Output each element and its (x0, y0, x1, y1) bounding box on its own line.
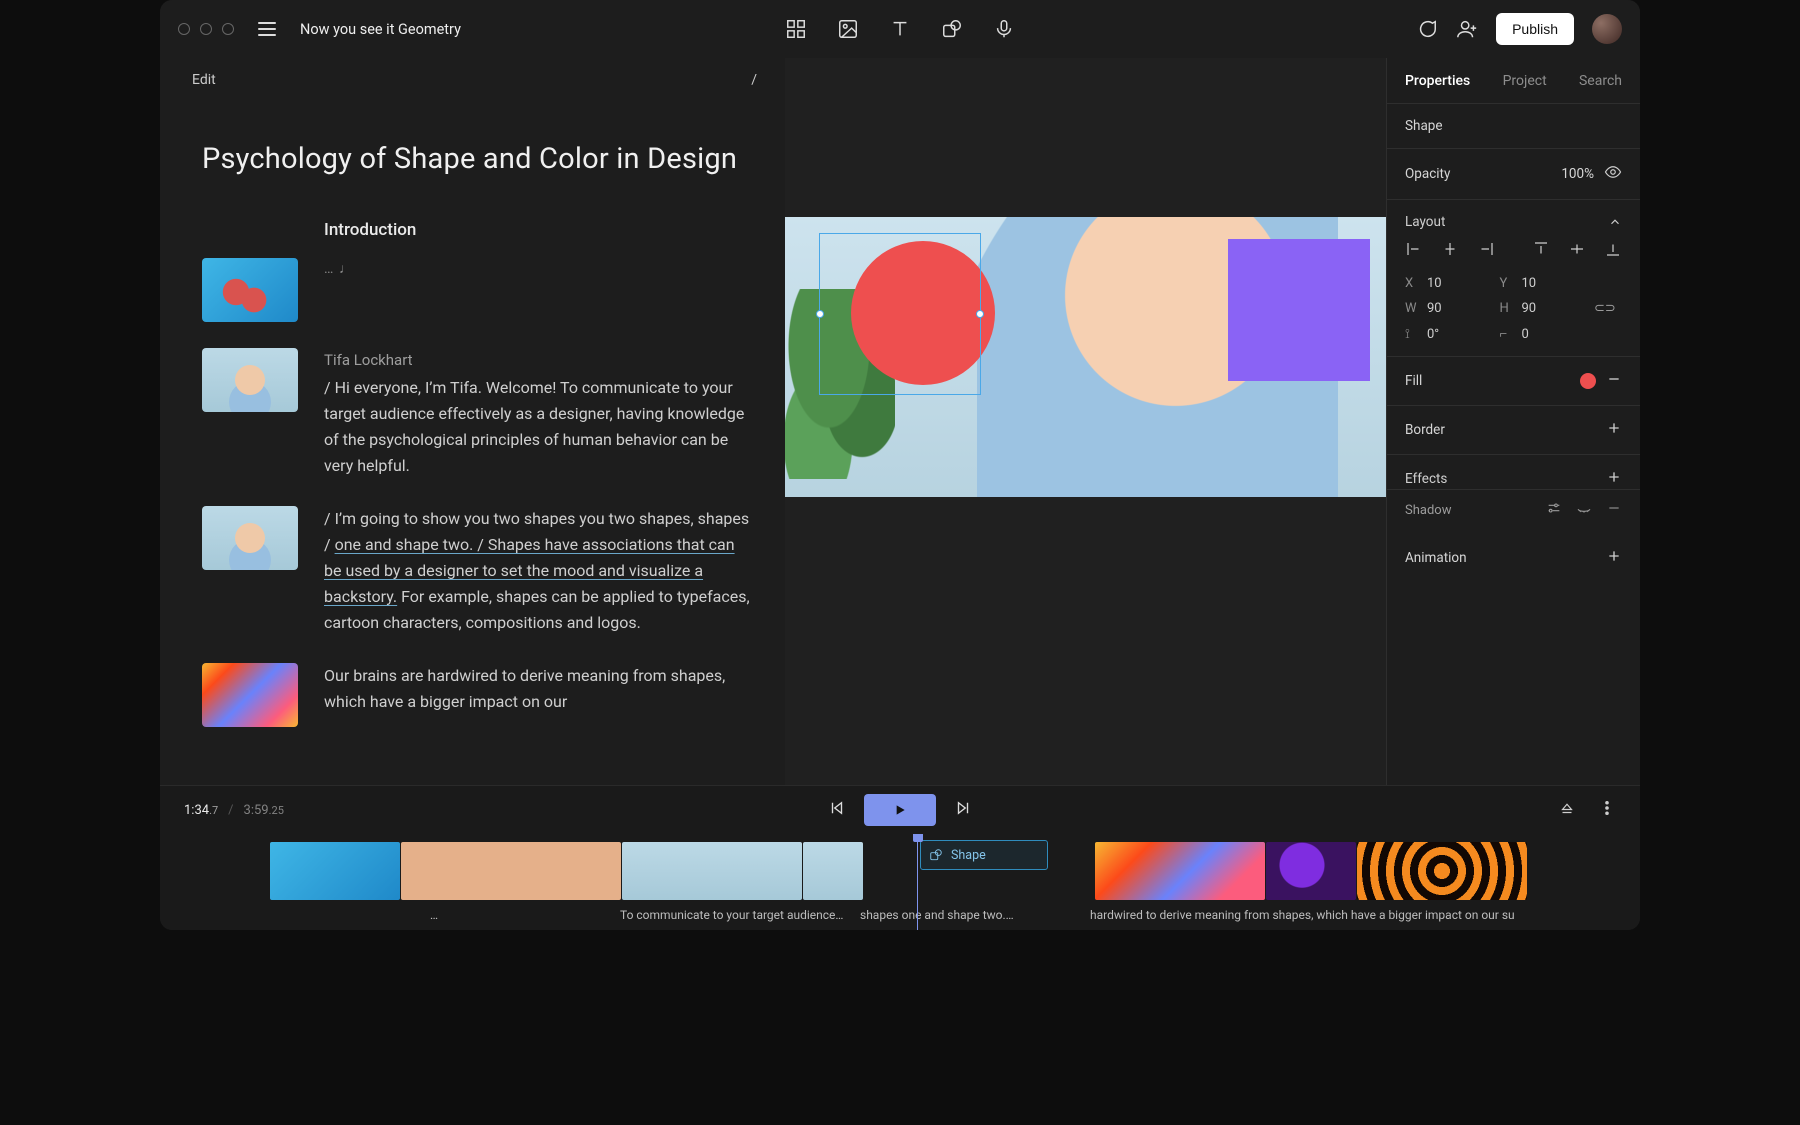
window-controls[interactable] (178, 23, 234, 35)
border-label: Border (1405, 422, 1445, 438)
canvas-shape-square[interactable] (1228, 239, 1370, 381)
align-bottom-icon[interactable] (1604, 240, 1622, 262)
link-wh-icon[interactable]: ⊂⊃ (1594, 301, 1622, 316)
tab-project[interactable]: Project (1503, 73, 1547, 89)
traffic-close[interactable] (178, 23, 190, 35)
timeline-caption[interactable]: … (270, 908, 620, 922)
document-title[interactable]: Psychology of Shape and Color in Design (202, 142, 755, 176)
transcript-paragraph-1[interactable]: / Hi everyone, I’m Tifa. Welcome! To com… (324, 375, 755, 480)
tab-search[interactable]: Search (1579, 73, 1622, 89)
rotation-value[interactable]: 0° (1427, 327, 1439, 342)
timeline-caption[interactable]: hardwired to derive meaning from shapes,… (1030, 908, 1640, 922)
user-avatar[interactable] (1592, 14, 1622, 44)
video-preview[interactable] (785, 217, 1386, 497)
timeline-clip[interactable] (622, 842, 802, 900)
edit-mode-label[interactable]: Edit (192, 72, 216, 88)
y-value[interactable]: 10 (1522, 276, 1537, 291)
grid-icon[interactable] (785, 18, 807, 40)
resize-handle-left[interactable] (816, 310, 824, 318)
canvas[interactable] (785, 58, 1386, 785)
effect-settings-icon[interactable] (1546, 500, 1562, 520)
comment-icon[interactable] (1416, 18, 1438, 40)
traffic-minimize[interactable] (200, 23, 212, 35)
add-user-icon[interactable] (1456, 18, 1478, 40)
animation-label: Animation (1405, 550, 1467, 566)
skip-forward-icon[interactable] (954, 799, 972, 821)
timeline[interactable]: Shape … To communicate to your target au… (160, 834, 1640, 930)
remove-fill-icon[interactable] (1606, 371, 1622, 391)
kebab-menu-icon[interactable] (1598, 799, 1616, 821)
timeline-clip[interactable] (803, 842, 863, 900)
align-center-h-icon[interactable] (1441, 240, 1459, 262)
transcript-paragraph-3[interactable]: Our brains are hardwired to derive meani… (324, 663, 755, 715)
cue-marks: … ♩ (324, 258, 755, 281)
transcript-paragraph-2[interactable]: / I’m going to show you two shapes you t… (324, 506, 755, 637)
effect-visibility-icon[interactable] (1576, 500, 1592, 520)
timeline-clip[interactable] (401, 842, 621, 900)
publish-button[interactable]: Publish (1496, 13, 1574, 45)
timeline-caption[interactable]: shapes one and shape two.… (860, 908, 1030, 922)
fill-label: Fill (1405, 373, 1422, 389)
shape-section-label: Shape (1405, 118, 1443, 134)
menu-icon[interactable] (258, 22, 276, 36)
remove-effect-icon[interactable] (1606, 500, 1622, 520)
shapes-icon[interactable] (941, 18, 963, 40)
timeline-clip[interactable] (1095, 842, 1265, 900)
align-right-icon[interactable] (1477, 240, 1495, 262)
add-border-icon[interactable] (1606, 420, 1622, 440)
clip-thumb-speaker-2[interactable] (202, 506, 298, 570)
timeline-caption[interactable]: To communicate to your target audience… (620, 908, 860, 922)
opacity-label: Opacity (1405, 166, 1450, 182)
corner-radius-icon: ⌐ (1500, 326, 1514, 342)
project-title[interactable]: Now you see it Geometry (300, 21, 461, 38)
traffic-zoom[interactable] (222, 23, 234, 35)
w-value[interactable]: 90 (1427, 301, 1442, 316)
timeline-clip[interactable] (270, 842, 400, 900)
selection-box[interactable] (819, 233, 981, 395)
time-readout: 1:34.7 / 3:59.25 (184, 803, 284, 818)
shadow-effect[interactable]: Shadow (1405, 503, 1457, 518)
breadcrumb-slash: / (751, 72, 757, 88)
mic-icon[interactable] (993, 18, 1015, 40)
eject-icon[interactable] (1558, 799, 1576, 821)
speaker-name: Tifa Lockhart (324, 348, 755, 373)
align-top-icon[interactable] (1532, 240, 1550, 262)
effects-label: Effects (1405, 471, 1447, 487)
skip-back-icon[interactable] (828, 799, 846, 821)
visibility-toggle-icon[interactable] (1604, 163, 1622, 185)
resize-handle-right[interactable] (976, 310, 984, 318)
h-value[interactable]: 90 (1522, 301, 1537, 316)
rotation-icon: ⟟ (1405, 327, 1419, 342)
x-value[interactable]: 10 (1427, 276, 1442, 291)
corner-value[interactable]: 0 (1522, 327, 1529, 342)
playhead[interactable] (917, 834, 918, 930)
clip-thumb-speaker-1[interactable] (202, 348, 298, 412)
add-effect-icon[interactable] (1606, 469, 1622, 489)
clip-thumb-pool[interactable] (202, 258, 298, 322)
image-icon[interactable] (837, 18, 859, 40)
opacity-value[interactable]: 100% (1561, 166, 1594, 182)
clip-thumb-rainbow[interactable] (202, 663, 298, 727)
fill-swatch[interactable] (1580, 373, 1596, 389)
align-left-icon[interactable] (1405, 240, 1423, 262)
text-icon[interactable] (889, 18, 911, 40)
align-center-v-icon[interactable] (1568, 240, 1586, 262)
layout-label: Layout (1405, 214, 1445, 230)
tab-properties[interactable]: Properties (1405, 73, 1470, 89)
section-heading[interactable]: Introduction (324, 220, 755, 240)
timeline-shape-track[interactable]: Shape (920, 840, 1048, 870)
play-button[interactable] (864, 794, 936, 826)
timeline-clip[interactable] (1357, 842, 1527, 900)
add-animation-icon[interactable] (1606, 548, 1622, 568)
chevron-up-icon[interactable] (1608, 215, 1622, 229)
timeline-clip[interactable] (1266, 842, 1356, 900)
